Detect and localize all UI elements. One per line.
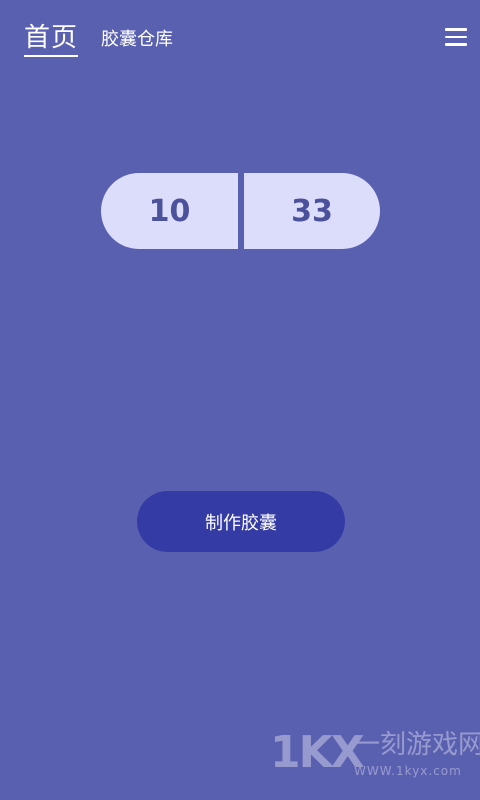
capsule-left-value: 10 <box>101 173 238 249</box>
menu-icon-line <box>445 43 467 46</box>
capsule-display: 10 33 <box>101 173 380 249</box>
hamburger-menu-icon[interactable] <box>445 28 467 46</box>
watermark-logo: 1KX <box>270 727 365 778</box>
menu-icon-line <box>445 28 467 31</box>
top-nav: 首页 胶囊仓库 <box>0 0 480 70</box>
watermark-text: 一刻游戏网 <box>354 730 480 760</box>
make-capsule-button[interactable]: 制作胶囊 <box>137 491 345 552</box>
capsule-right-value: 33 <box>244 173 380 249</box>
menu-icon-line <box>445 35 467 38</box>
tab-capsule-warehouse[interactable]: 胶囊仓库 <box>101 28 173 52</box>
active-tab-indicator <box>24 55 78 57</box>
site-watermark: 1KX 一刻游戏网 WWW.1kyx.com <box>270 727 480 784</box>
tab-home[interactable]: 首页 <box>24 22 78 54</box>
watermark-url: WWW.1kyx.com <box>354 764 462 778</box>
